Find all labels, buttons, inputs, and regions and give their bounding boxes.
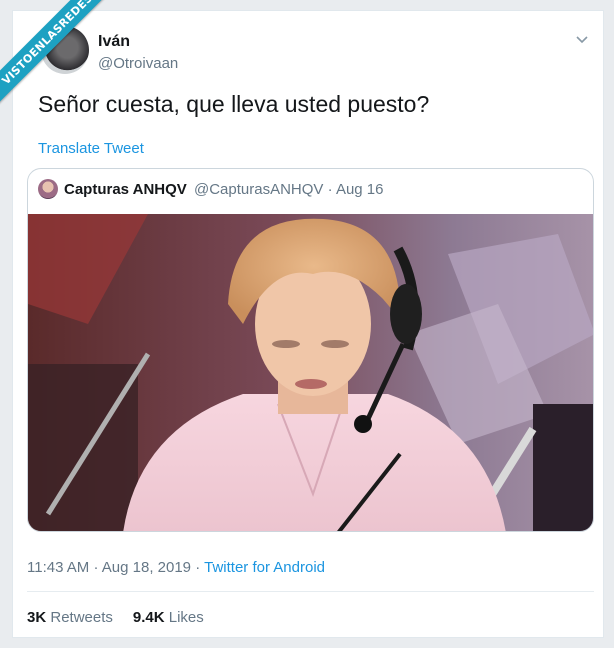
tweet-timestamp: 11:43 AM · Aug 18, 2019 · Twitter for An… [27, 559, 325, 576]
quoted-date: Aug 16 [335, 181, 384, 198]
chevron-down-icon[interactable] [575, 33, 589, 47]
quoted-tweet[interactable]: Capturas ANHQV @CapturasANHQV · Aug 16 [27, 168, 594, 532]
tweet-time[interactable]: 11:43 AM [27, 559, 89, 576]
meta-separator: · [93, 559, 99, 576]
author-handle[interactable]: @Otroivaan [98, 55, 178, 72]
divider [27, 591, 594, 592]
likes-count: 9.4K [132, 609, 165, 626]
watermark-text: VISTOENLASREDES [0, 0, 95, 87]
quoted-author-name: Capturas ANHQV [64, 181, 187, 198]
likes-stat[interactable]: 9.4K Likes [133, 609, 204, 626]
retweets-stat[interactable]: 3K Retweets [27, 609, 113, 626]
meta-separator: · [327, 181, 333, 198]
quoted-author-avatar [38, 179, 58, 199]
quoted-author-handle: @CapturasANHQV [194, 181, 324, 198]
likes-label: Likes [168, 609, 204, 626]
watermark: VISTOENLASREDES [0, 0, 110, 110]
retweets-label: Retweets [50, 609, 113, 626]
quoted-author-meta: @CapturasANHQV · Aug 16 [194, 181, 384, 198]
watermark-ribbon: VISTOENLASREDES [0, 0, 110, 110]
tweet-stats: 3K Retweets 9.4K Likes [27, 609, 204, 626]
tweet-date[interactable]: Aug 18, 2019 [102, 559, 191, 576]
quoted-media-image[interactable] [28, 214, 594, 532]
tweet-source-link[interactable]: Twitter for Android [204, 559, 325, 576]
retweets-count: 3K [27, 609, 47, 626]
meta-separator: · [195, 559, 201, 576]
translate-tweet-link[interactable]: Translate Tweet [38, 140, 144, 157]
